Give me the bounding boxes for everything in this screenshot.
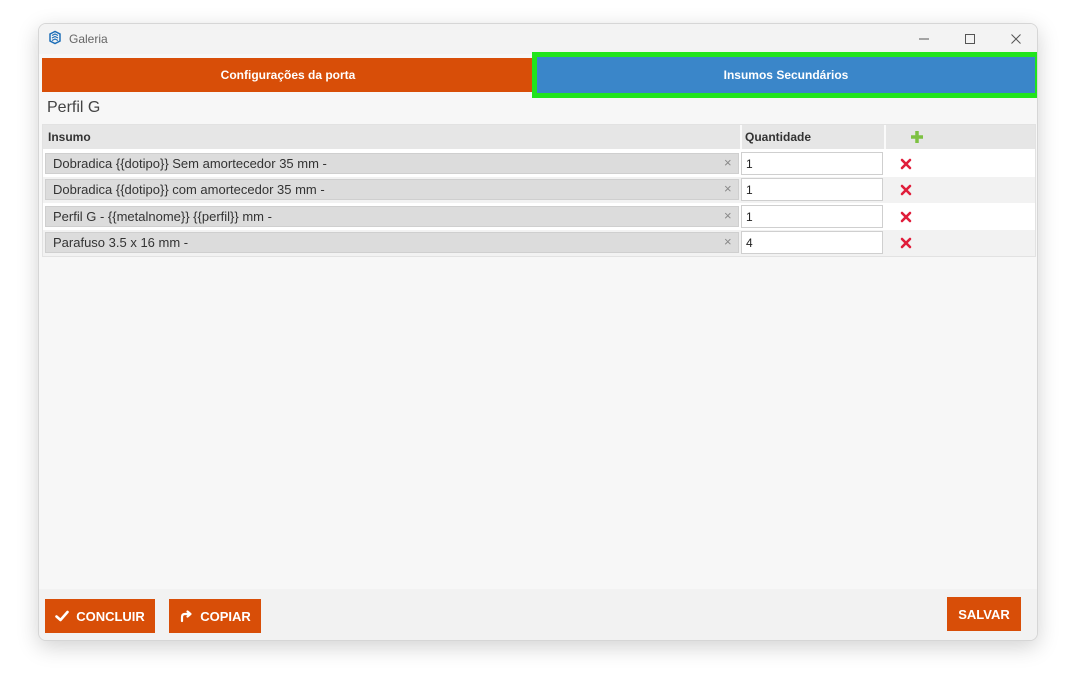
delete-row-icon[interactable]	[900, 184, 912, 196]
concluir-label: CONCLUIR	[76, 608, 145, 624]
insumos-table: Insumo Quantidade Dobradica {{dotipo}} S…	[42, 124, 1036, 257]
maximize-icon	[965, 34, 975, 44]
maximize-button[interactable]	[955, 28, 985, 50]
copiar-label: COPIAR	[200, 608, 251, 624]
delete-row-icon[interactable]	[900, 237, 912, 249]
quantidade-input[interactable]	[741, 178, 883, 201]
app-window: Galeria Configurações da porta Insumos S…	[38, 23, 1038, 641]
title-bar: Galeria	[39, 24, 1037, 54]
delete-row-icon[interactable]	[900, 211, 912, 223]
clear-selection-icon[interactable]: ×	[724, 155, 732, 170]
concluir-button[interactable]: CONCLUIR	[45, 599, 155, 633]
table-header: Insumo Quantidade	[43, 125, 1035, 149]
add-row-plus-icon[interactable]	[909, 129, 925, 145]
delete-row-icon[interactable]	[900, 158, 912, 170]
clear-selection-icon[interactable]: ×	[724, 181, 732, 196]
insumo-select-value: Dobradica {{dotipo}} Sem amortecedor 35 …	[53, 156, 327, 171]
close-icon	[1011, 34, 1021, 44]
salvar-button[interactable]: SALVAR	[947, 597, 1021, 631]
clear-selection-icon[interactable]: ×	[724, 208, 732, 223]
insumo-select[interactable]: Dobradica {{dotipo}} com amortecedor 35 …	[45, 179, 739, 200]
insumo-select[interactable]: Dobradica {{dotipo}} Sem amortecedor 35 …	[45, 153, 739, 174]
insumo-select-value: Parafuso 3.5 x 16 mm -	[53, 235, 189, 250]
redo-arrow-icon	[181, 610, 192, 623]
section-title: Perfil G	[47, 99, 101, 116]
column-divider	[740, 125, 742, 149]
insumo-select-value: Perfil G - {{metalnome}} {{perfil}} mm -	[53, 209, 272, 224]
tab-configuracoes-da-porta[interactable]: Configurações da porta	[42, 58, 534, 92]
minimize-icon	[919, 38, 929, 40]
checkmark-icon	[55, 610, 69, 622]
insumo-select[interactable]: Perfil G - {{metalnome}} {{perfil}} mm -	[45, 206, 739, 227]
column-header-insumo: Insumo	[48, 130, 91, 144]
tab-insumos-secundarios[interactable]: Insumos Secundários	[532, 52, 1037, 98]
app-logo-icon	[49, 30, 61, 45]
column-header-quantidade: Quantidade	[745, 130, 812, 144]
table-row: Perfil G - {{metalnome}} {{perfil}} mm -…	[43, 204, 1035, 230]
quantidade-input[interactable]	[741, 231, 883, 254]
copiar-button[interactable]: COPIAR	[169, 599, 261, 633]
footer-bar: CONCLUIR COPIAR SALVAR	[39, 589, 1037, 640]
insumo-select[interactable]: Parafuso 3.5 x 16 mm -	[45, 232, 739, 253]
table-row: Parafuso 3.5 x 16 mm - ×	[43, 230, 1035, 256]
column-divider	[884, 125, 886, 149]
close-button[interactable]	[1001, 28, 1031, 50]
quantidade-input[interactable]	[741, 205, 883, 228]
window-title: Galeria	[69, 32, 108, 46]
table-row: Dobradica {{dotipo}} com amortecedor 35 …	[43, 177, 1035, 203]
quantidade-input[interactable]	[741, 152, 883, 175]
insumo-select-value: Dobradica {{dotipo}} com amortecedor 35 …	[53, 182, 325, 197]
table-row: Dobradica {{dotipo}} Sem amortecedor 35 …	[43, 151, 1035, 177]
minimize-button[interactable]	[909, 28, 939, 50]
salvar-label: SALVAR	[958, 606, 1010, 622]
clear-selection-icon[interactable]: ×	[724, 234, 732, 249]
